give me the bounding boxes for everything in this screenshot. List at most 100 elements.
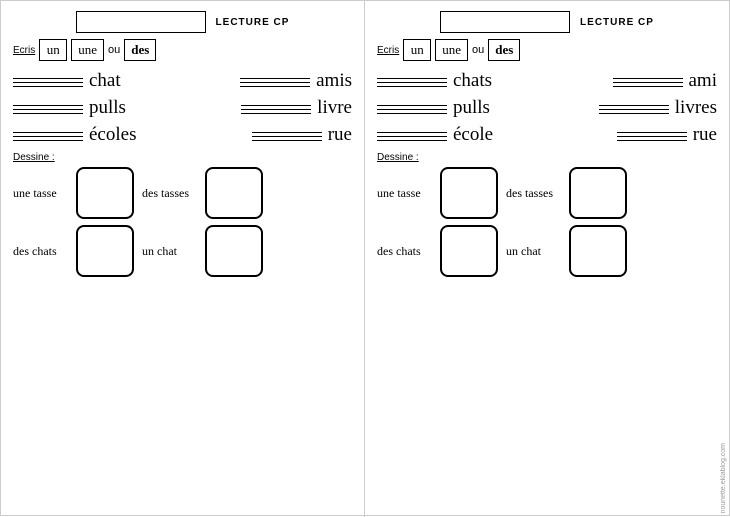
left-word-item-pulls: pulls xyxy=(13,98,126,117)
left-lines-rue xyxy=(252,132,322,144)
left-draw-text-une-tasse: une tasse xyxy=(13,186,68,201)
left-label-rue: rue xyxy=(328,125,352,144)
left-word-item-livre: livre xyxy=(241,98,352,117)
line xyxy=(240,78,310,79)
left-title-box[interactable] xyxy=(76,11,206,33)
line xyxy=(377,136,447,137)
right-draw-text-un-chat: un chat xyxy=(506,244,561,259)
right-word-item-ami: ami xyxy=(613,71,718,90)
line xyxy=(377,82,447,83)
right-words-section: chats ami xyxy=(377,71,717,144)
left-draw-box-des-chats[interactable] xyxy=(76,225,134,277)
left-lines-livre xyxy=(241,105,311,117)
left-label-livre: livre xyxy=(317,98,352,117)
line xyxy=(599,109,669,110)
line xyxy=(240,82,310,83)
line xyxy=(377,140,447,141)
left-dessine-label: Dessine : xyxy=(13,152,352,163)
right-word-item-rue: rue xyxy=(617,125,717,144)
left-word-item-rue: rue xyxy=(252,125,352,144)
right-lines-livres xyxy=(599,105,669,117)
line xyxy=(377,113,447,114)
left-draw-row-1: une tasse des tasses xyxy=(13,167,352,219)
line xyxy=(13,132,83,133)
line xyxy=(617,140,687,141)
left-lines-ecoles xyxy=(13,132,83,144)
right-dessine-label: Dessine : xyxy=(377,152,717,163)
right-label-rue: rue xyxy=(693,125,717,144)
left-word-un: un xyxy=(39,39,67,61)
right-word-item-pulls: pulls xyxy=(377,98,490,117)
line xyxy=(13,136,83,137)
left-panel: LECTURE CP Ecris un une ou des chat xyxy=(1,1,365,517)
line xyxy=(13,86,83,87)
right-word-des: des xyxy=(488,39,520,61)
left-draw-text-des-chats: des chats xyxy=(13,244,68,259)
left-dessine: Dessine : une tasse des tasses des chats… xyxy=(13,152,352,277)
line xyxy=(617,136,687,137)
left-lines-chat xyxy=(13,78,83,90)
line xyxy=(377,109,447,110)
right-label-chats: chats xyxy=(453,71,492,90)
right-draw-text-des-tasses: des tasses xyxy=(506,186,561,201)
left-word-item-amis: amis xyxy=(240,71,352,90)
right-label-ami: ami xyxy=(689,71,718,90)
left-draw-rows: une tasse des tasses des chats un chat xyxy=(13,167,352,277)
left-label-pulls: pulls xyxy=(89,98,126,117)
right-lines-rue xyxy=(617,132,687,144)
line xyxy=(377,132,447,133)
right-lines-chats xyxy=(377,78,447,90)
page: LECTURE CP Ecris un une ou des chat xyxy=(0,0,730,516)
right-draw-box-des-tasses[interactable] xyxy=(569,167,627,219)
right-ecris-label: Ecris xyxy=(377,45,399,56)
line xyxy=(613,78,683,79)
right-draw-box-une-tasse[interactable] xyxy=(440,167,498,219)
right-draw-box-un-chat[interactable] xyxy=(569,225,627,277)
left-word-une: une xyxy=(71,39,104,61)
right-dessine: Dessine : une tasse des tasses des chats… xyxy=(377,152,717,277)
left-word-row-3: écoles rue xyxy=(13,125,352,144)
left-title: LECTURE CP xyxy=(216,17,290,28)
right-lines-ami xyxy=(613,78,683,90)
right-title-box[interactable] xyxy=(440,11,570,33)
right-panel: LECTURE CP Ecris un une ou des chats xyxy=(365,1,729,517)
left-word-des: des xyxy=(124,39,156,61)
line xyxy=(13,109,83,110)
right-lines-ecole xyxy=(377,132,447,144)
line xyxy=(240,86,310,87)
left-lines-pulls xyxy=(13,105,83,117)
left-ecris-row: Ecris un une ou des xyxy=(13,39,352,61)
left-ou: ou xyxy=(108,44,120,56)
line xyxy=(13,140,83,141)
left-draw-box-des-tasses[interactable] xyxy=(205,167,263,219)
left-label-amis: amis xyxy=(316,71,352,90)
left-word-row-2: pulls livre xyxy=(13,98,352,117)
right-draw-box-des-chats[interactable] xyxy=(440,225,498,277)
left-word-item-ecoles: écoles xyxy=(13,125,136,144)
line xyxy=(13,78,83,79)
right-lines-pulls xyxy=(377,105,447,117)
left-draw-text-des-tasses: des tasses xyxy=(142,186,197,201)
left-draw-box-une-tasse[interactable] xyxy=(76,167,134,219)
left-label-chat: chat xyxy=(89,71,121,90)
left-words-section: chat amis xyxy=(13,71,352,144)
right-draw-row-1: une tasse des tasses xyxy=(377,167,717,219)
left-lines-amis xyxy=(240,78,310,90)
line xyxy=(377,86,447,87)
left-draw-box-un-chat[interactable] xyxy=(205,225,263,277)
right-ecris-row: Ecris un une ou des xyxy=(377,39,717,61)
left-header: LECTURE CP xyxy=(13,11,352,33)
left-word-row-1: chat amis xyxy=(13,71,352,90)
right-header: LECTURE CP xyxy=(377,11,717,33)
right-draw-row-2: des chats un chat xyxy=(377,225,717,277)
right-word-une: une xyxy=(435,39,468,61)
right-label-pulls: pulls xyxy=(453,98,490,117)
right-title: LECTURE CP xyxy=(580,17,654,28)
right-draw-text-des-chats: des chats xyxy=(377,244,432,259)
line xyxy=(377,105,447,106)
line xyxy=(252,132,322,133)
right-word-un: un xyxy=(403,39,431,61)
right-ou: ou xyxy=(472,44,484,56)
line xyxy=(599,105,669,106)
right-label-ecole: école xyxy=(453,125,493,144)
